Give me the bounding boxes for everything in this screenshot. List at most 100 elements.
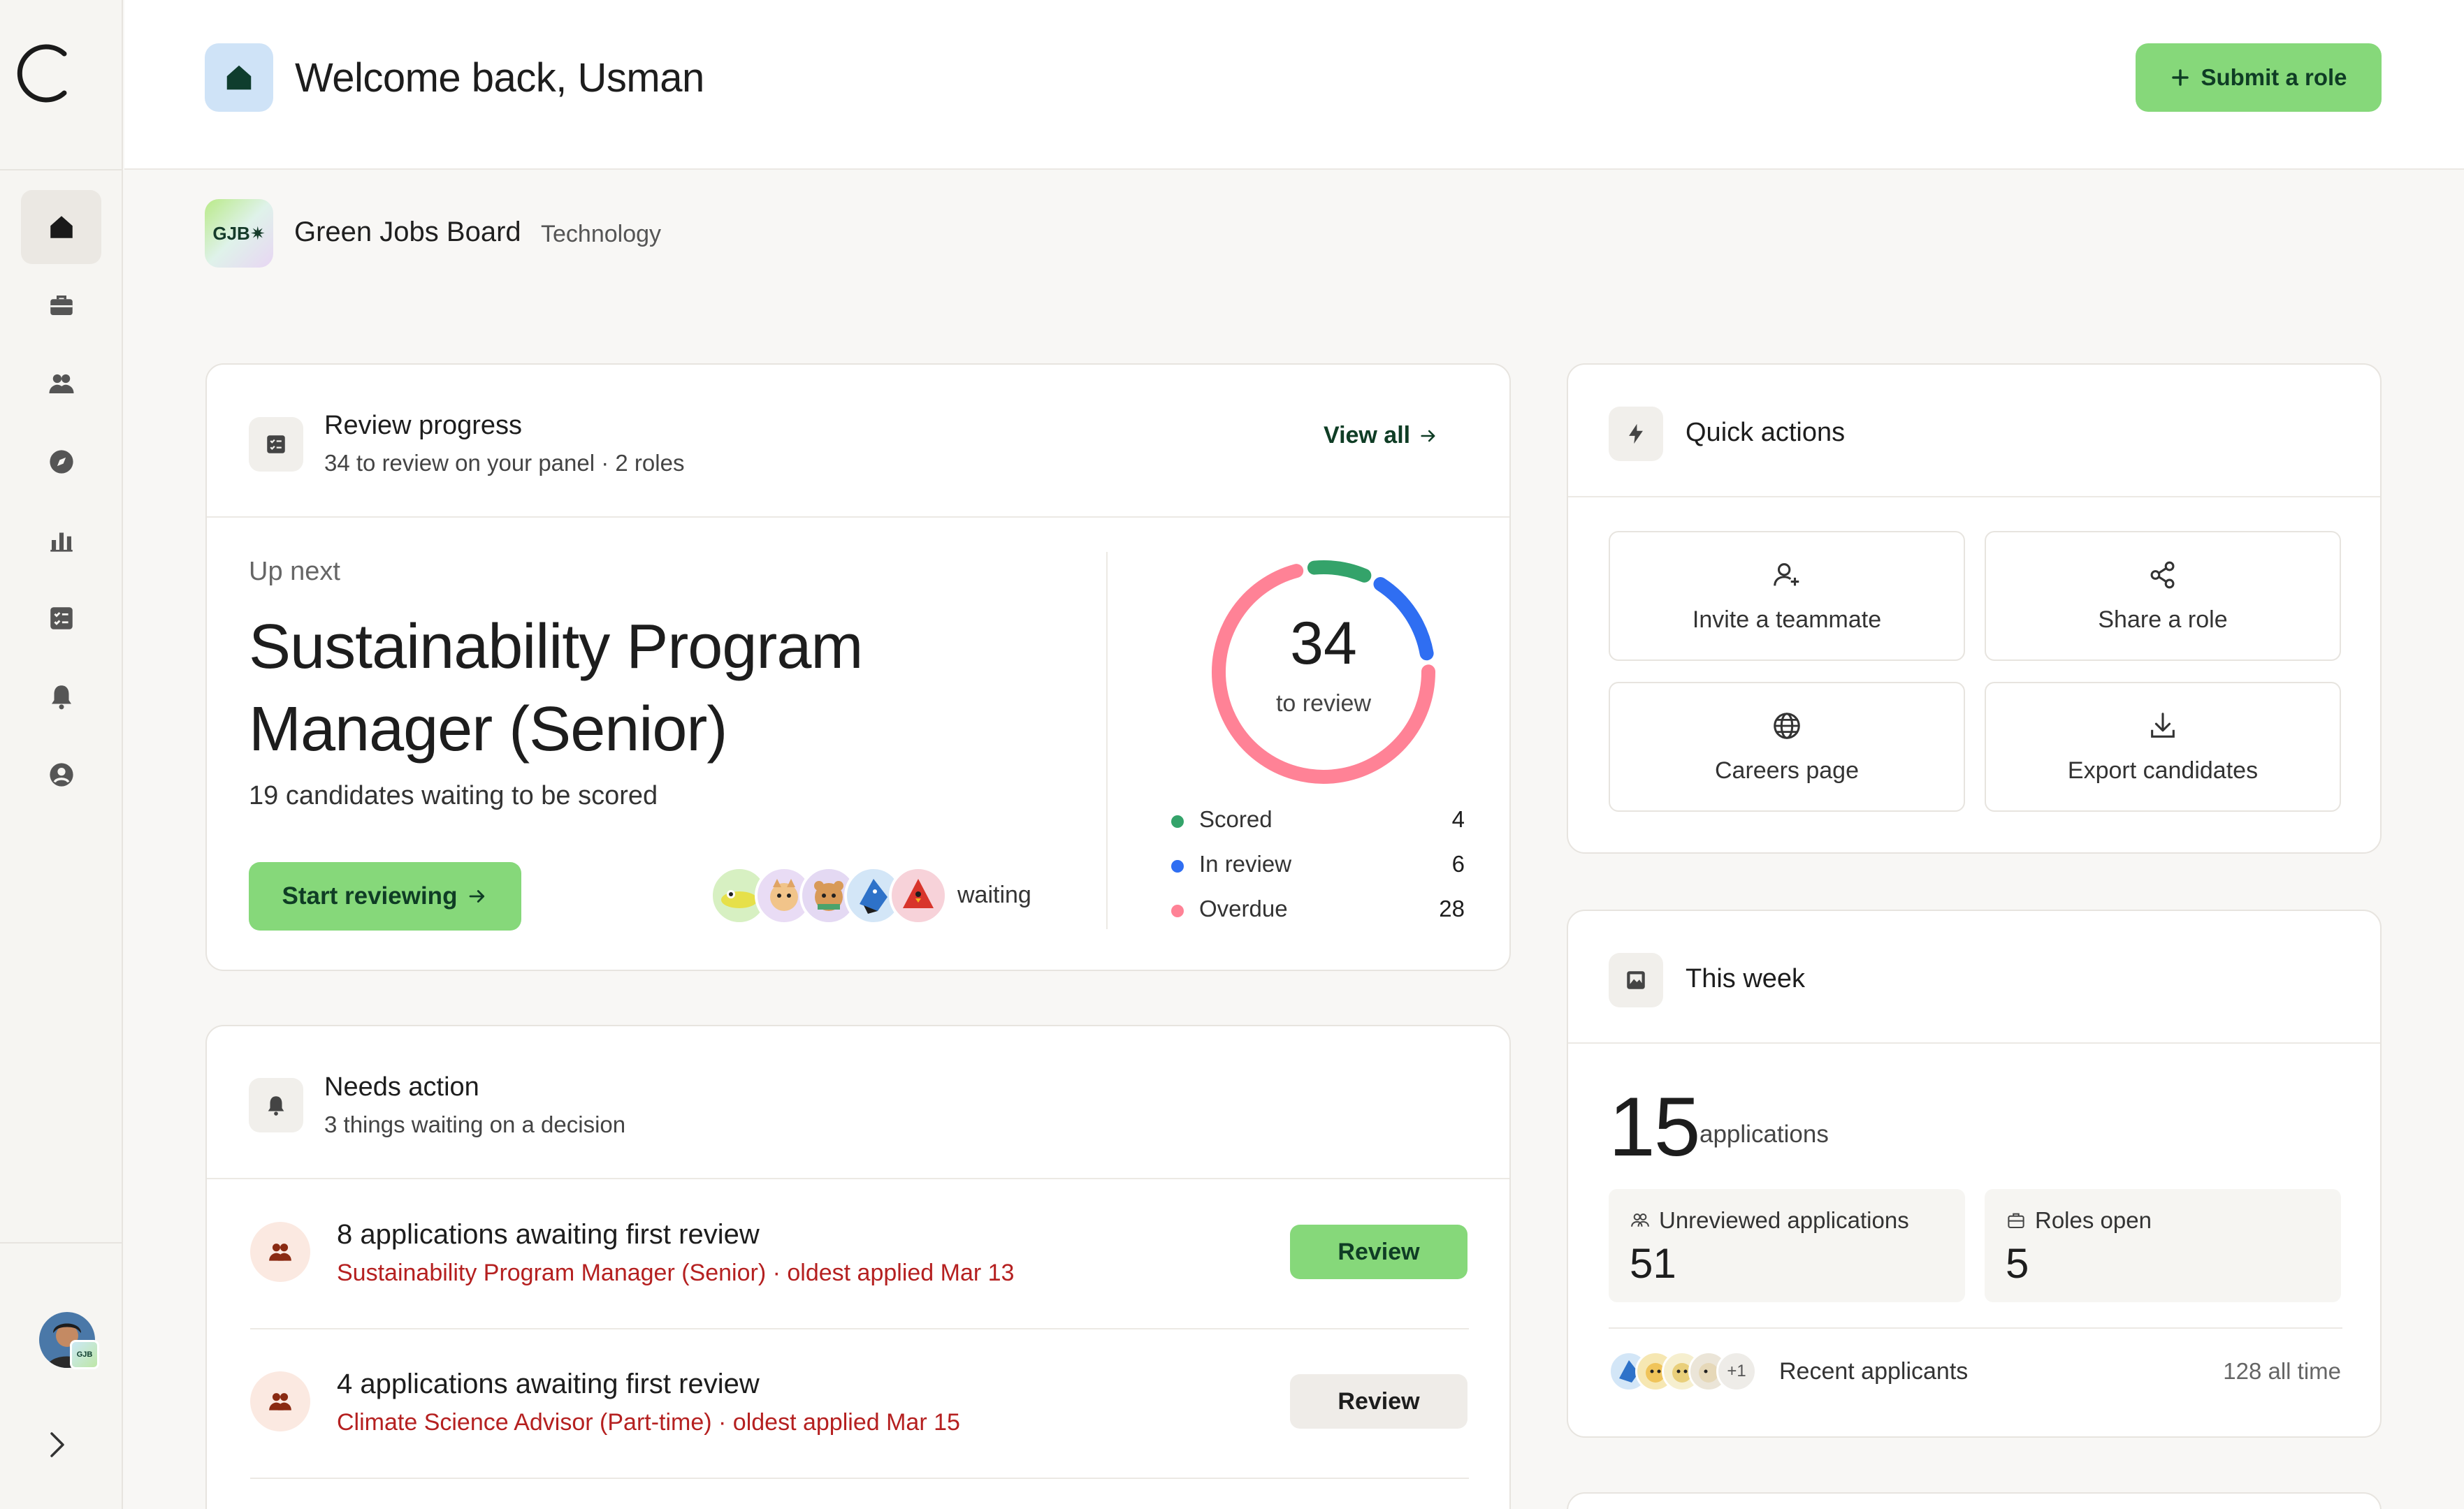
legend-dot [1171, 860, 1184, 873]
divider [207, 1178, 1509, 1179]
legend-label: Overdue [1199, 896, 1288, 921]
review-button[interactable]: Review [1290, 1225, 1467, 1279]
view-all-label: View all [1324, 422, 1411, 449]
expand-sidebar-button[interactable] [42, 1425, 73, 1464]
image-chart-icon [1627, 971, 1645, 989]
chevron-right-icon [50, 1432, 64, 1457]
page-title: Welcome back, Usman [295, 55, 704, 101]
legend-dot [1171, 815, 1184, 828]
org-badge: GJB [70, 1340, 99, 1369]
needs-action-card: Needs action 3 things waiting on a decis… [205, 1025, 1511, 1509]
role-subtitle: 19 candidates waiting to be scored [249, 781, 658, 810]
app-logo[interactable] [15, 38, 78, 108]
users-icon [1631, 1213, 1649, 1227]
card-title: Quick actions [1686, 418, 1846, 447]
applications-icon [250, 1222, 310, 1282]
review-button[interactable]: Review [1290, 1374, 1467, 1429]
compass-icon [49, 450, 73, 474]
submit-role-button[interactable]: Submit a role [2136, 43, 2382, 112]
action-item-subtitle[interactable]: Sustainability Program Manager (Senior) … [337, 1260, 1014, 1287]
role-title: Sustainability Program Manager (Senior) [249, 612, 863, 764]
action-item-title: 4 applications awaiting first review [337, 1369, 760, 1399]
users-icon [49, 374, 73, 393]
more-applicants-badge: +1 [1716, 1351, 1757, 1392]
arrow-right-icon [470, 890, 485, 903]
legend-value: 6 [1451, 851, 1465, 877]
sidebar-item-account[interactable] [21, 738, 101, 812]
quick-action-label: Invite a teammate [1692, 606, 1882, 633]
action-item-subtitle[interactable]: Climate Science Advisor (Part-time) · ol… [337, 1409, 960, 1436]
stat-roles-open[interactable]: Roles open 5 [1985, 1189, 2341, 1302]
start-reviewing-button[interactable]: Start reviewing [249, 862, 521, 931]
stat-value: 51 [1630, 1240, 1676, 1287]
divider [1568, 1042, 2380, 1044]
lightning-icon [1629, 423, 1643, 444]
plus-icon [2172, 69, 2189, 86]
donut-total: 34 [1290, 610, 1357, 677]
divider [250, 1478, 1469, 1479]
divider [1609, 1327, 2342, 1329]
quick-actions-card: Quick actions Invite a teammate Share a … [1567, 363, 2382, 854]
stat-label-text: Roles open [2035, 1207, 2152, 1233]
view-all-link[interactable]: View all [1324, 422, 1438, 449]
briefcase-icon [2008, 1213, 2024, 1228]
stat-value: 5 [2006, 1240, 2029, 1287]
sidebar-item-home[interactable] [21, 190, 101, 264]
sidebar-divider [0, 1242, 123, 1244]
checklist-icon [50, 607, 73, 629]
legend-scored: Scored 4 [1171, 805, 1465, 840]
recent-applicants-label[interactable]: Recent applicants [1779, 1358, 1968, 1385]
sidebar-item-notifications[interactable] [21, 659, 101, 734]
sidebar-item-candidates[interactable] [21, 347, 101, 421]
all-time-count: 128 all time [2223, 1358, 2341, 1384]
stat-unreviewed[interactable]: Unreviewed applications 51 [1609, 1189, 1965, 1302]
applications-count: 15 [1609, 1080, 1700, 1174]
divider [250, 1328, 1469, 1329]
legend-overdue: Overdue 28 [1171, 894, 1465, 929]
export-candidates-button[interactable]: Export candidates [1985, 682, 2341, 812]
checklist-icon [267, 435, 285, 453]
card-title: Review progress [324, 411, 522, 440]
legend-label: In review [1199, 851, 1292, 877]
bell-icon [51, 685, 71, 710]
org-category: Technology [541, 221, 662, 247]
vertical-divider [1106, 552, 1108, 929]
action-item-title: 8 applications awaiting first review [337, 1219, 760, 1250]
up-next-label: Up next [249, 557, 340, 586]
review-progress-card: Review progress 34 to review on your pan… [205, 363, 1511, 971]
share-role-button[interactable]: Share a role [1985, 531, 2341, 661]
card-icon [249, 1078, 303, 1132]
card-icon [1609, 953, 1663, 1007]
quick-action-label: Share a role [2098, 606, 2228, 633]
sidebar-divider [0, 169, 123, 170]
card-subtitle: 34 to review on your panel · 2 roles [324, 450, 685, 476]
legend-value: 4 [1451, 806, 1465, 832]
stat-label-text: Unreviewed applications [1659, 1207, 1909, 1233]
legend-label: Scored [1199, 806, 1273, 832]
stat-label: Roles open [2006, 1207, 2152, 1234]
top-header: Welcome back, Usman Submit a role [124, 0, 2464, 170]
sidebar-item-analytics[interactable] [21, 503, 101, 577]
divider [207, 516, 1509, 518]
briefcase-icon [50, 296, 73, 315]
applications-label: applications [1700, 1121, 1829, 1148]
start-reviewing-label: Start reviewing [282, 882, 458, 910]
globe-icon [1774, 713, 1800, 739]
quick-action-label: Export candidates [2067, 757, 2259, 784]
bell-icon [268, 1096, 284, 1116]
stat-label: Unreviewed applications [1630, 1207, 1909, 1234]
home-tile [205, 43, 273, 112]
org-name[interactable]: Green Jobs Board [294, 217, 521, 248]
sidebar-item-jobs[interactable] [21, 268, 101, 342]
sidebar-item-tasks[interactable] [21, 581, 101, 655]
sidebar: GJB [0, 0, 123, 1509]
org-logo: GJB✷ [205, 199, 273, 268]
invite-teammate-button[interactable]: Invite a teammate [1609, 531, 1965, 661]
careers-page-button[interactable]: Careers page [1609, 682, 1965, 812]
card-title: This week [1686, 964, 1806, 993]
next-card [1567, 1492, 2382, 1509]
user-circle-icon [49, 763, 73, 787]
arrow-right-icon [1421, 430, 1435, 442]
sidebar-item-discover[interactable] [21, 425, 101, 499]
this-week-card: This week 15 applications Unreviewed app… [1567, 910, 2382, 1438]
